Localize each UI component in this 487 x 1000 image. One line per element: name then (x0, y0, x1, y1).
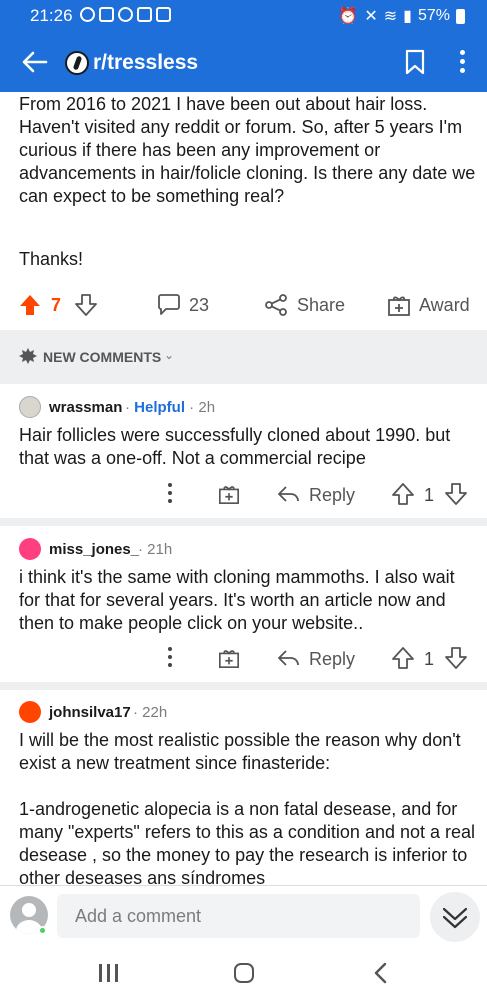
comment-score: 1 (424, 485, 435, 505)
upvote-icon[interactable] (392, 482, 414, 506)
more-options-icon[interactable] (456, 50, 468, 76)
add-comment-input[interactable] (57, 894, 420, 938)
comment-score: 1 (424, 649, 435, 669)
comment-icon[interactable] (157, 292, 181, 316)
comment-username[interactable]: miss_jones_ (49, 541, 139, 558)
sort-burst-icon (19, 348, 37, 364)
wifi-icon: ≋ (383, 8, 398, 25)
cloud-icon (118, 7, 133, 22)
comment-paragraph: I will be the most realistic possible th… (19, 730, 461, 773)
reply-icon[interactable] (276, 484, 300, 504)
top-bar: 21:26 ⏰ ✕ ≋ ▮ 57% r/tressless (0, 0, 487, 92)
post-signoff: Thanks! (19, 249, 84, 269)
online-indicator (38, 926, 47, 935)
upvote-icon[interactable] (18, 293, 42, 317)
downvote-icon[interactable] (445, 646, 467, 670)
downvote-icon[interactable] (445, 482, 467, 506)
downvote-icon[interactable] (74, 293, 98, 317)
comment-composer (0, 885, 487, 950)
comment-username[interactable]: wrassman (49, 399, 122, 416)
double-chevron-down-icon (442, 907, 468, 929)
back-arrow-icon[interactable] (20, 47, 50, 77)
comment-meta: · 22h (133, 704, 168, 721)
comment-sort-bar[interactable]: NEW COMMENTS ⌄ (0, 330, 487, 384)
comment-age: 22h (142, 704, 168, 721)
system-navigation-bar (0, 950, 487, 1000)
comment-paragraph: 1-androgenetic alopecia is a non fatal d… (19, 799, 476, 885)
comment: miss_jones_ · 21h i think it's the same … (0, 538, 487, 678)
comment-age: 2h (198, 399, 216, 416)
post-actions: 7 23 Share Award (0, 285, 487, 325)
avatar[interactable] (19, 538, 41, 560)
status-bar: 21:26 ⏰ ✕ ≋ ▮ 57% (0, 0, 487, 32)
comment-text: Hair follicles were successfully cloned … (19, 425, 451, 468)
comment-meta: · 21h (138, 541, 173, 558)
app-bar: r/tressless (0, 32, 487, 92)
mute-icon: ✕ (364, 8, 378, 25)
recent-apps-icon[interactable] (99, 964, 119, 982)
award-button[interactable]: Award (419, 295, 470, 316)
reply-button[interactable]: Reply (309, 485, 355, 506)
home-icon[interactable] (234, 963, 254, 983)
subreddit-name[interactable]: r/tressless (93, 51, 198, 75)
comment-actions: Reply 1 (0, 480, 487, 510)
post-text: From 2016 to 2021 I have been out about … (19, 94, 476, 206)
comment-username[interactable]: johnsilva17 (49, 704, 131, 721)
comment-actions: Reply 1 (0, 644, 487, 674)
divider (0, 518, 487, 526)
back-icon[interactable] (372, 961, 388, 985)
award-icon[interactable] (218, 647, 240, 669)
alarm-icon: ⏰ (338, 8, 359, 25)
post-body: From 2016 to 2021 I have been out about … (19, 93, 479, 208)
signal-icon: ▮ (403, 8, 412, 25)
avatar[interactable] (19, 701, 41, 723)
mail-icon (137, 7, 152, 22)
more-options-icon[interactable] (166, 483, 174, 507)
divider (0, 682, 487, 690)
award-icon[interactable] (387, 293, 411, 317)
post-comment-count[interactable]: 23 (189, 295, 209, 316)
comment: wrassman · Helpful · 2h Hair follicles w… (0, 396, 487, 514)
reply-icon[interactable] (276, 648, 300, 668)
award-icon[interactable] (218, 483, 240, 505)
sort-label[interactable]: NEW COMMENTS (43, 349, 161, 365)
comment-text: I will be the most realistic possible th… (19, 729, 479, 885)
battery-icon (456, 8, 465, 24)
user-flair: Helpful (134, 399, 186, 416)
upvote-icon[interactable] (392, 646, 414, 670)
jump-to-next-button[interactable] (430, 892, 480, 942)
reply-button[interactable]: Reply (309, 649, 355, 670)
app-icon (156, 7, 171, 22)
bookmark-icon[interactable] (404, 49, 426, 75)
avatar[interactable] (19, 396, 41, 418)
whatsapp-icon (80, 7, 95, 22)
share-button[interactable]: Share (297, 295, 345, 316)
comment-text: i think it's the same with cloning mammo… (19, 567, 455, 633)
comment-age: 21h (147, 541, 173, 558)
share-icon[interactable] (264, 293, 288, 317)
post-vote-count: 7 (51, 295, 62, 315)
status-time: 21:26 (30, 6, 73, 25)
more-options-icon[interactable] (166, 647, 174, 671)
subreddit-avatar[interactable] (65, 51, 89, 75)
comment-meta: · Helpful · 2h (125, 399, 216, 416)
battery-percent: 57% (417, 7, 450, 24)
youtube-icon (99, 7, 114, 22)
system-icons: ⏰ ✕ ≋ ▮ 57% (338, 6, 465, 26)
comment: johnsilva17 · 22h I will be the most rea… (0, 701, 487, 885)
notification-icons (80, 7, 171, 22)
chevron-down-icon[interactable]: ⌄ (164, 348, 174, 362)
